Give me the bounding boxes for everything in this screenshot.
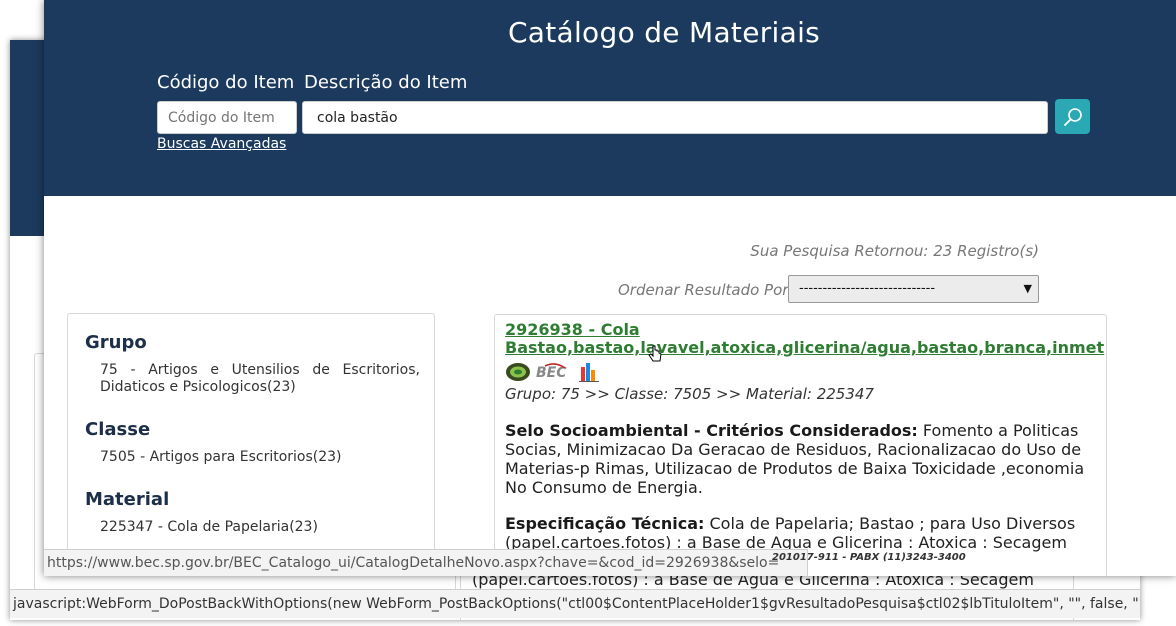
selo-label: Selo Socioambiental - Critérios Consider… — [505, 421, 918, 440]
page-header: Catálogo de Materiais Código do Item Des… — [44, 0, 1176, 196]
search-icon — [1063, 107, 1082, 126]
result-card: 2926938 - Cola Bastao,bastao,lavavel,ato… — [494, 314, 1107, 576]
selo-paragraph: Selo Socioambiental - Critérios Consider… — [505, 421, 1095, 497]
result-path: Grupo: 75 >> Classe: 7505 >> Material: 2… — [505, 385, 874, 403]
spec-paragraph: Especificação Técnica: Cola de Papelaria… — [505, 514, 1095, 552]
chevron-down-icon: ▼ — [1023, 282, 1032, 295]
code-label: Código do Item — [157, 72, 295, 93]
group-header: Grupo — [85, 332, 147, 353]
foreground-window: Catálogo de Materiais Código do Item Des… — [44, 0, 1176, 576]
advanced-search-link[interactable]: Buscas Avançadas — [157, 136, 286, 152]
status-bar: https://www.bec.sp.gov.br/BEC_Catalogo_u… — [44, 549, 808, 576]
chart-bars-icon — [579, 363, 599, 382]
result-title-link[interactable]: 2926938 - Cola Bastao,bastao,lavavel,ato… — [505, 321, 1105, 357]
pabx-text: 201017-911 - PABX (11)3243-3400 — [772, 552, 966, 563]
spec-label: Especificação Técnica: — [505, 514, 705, 533]
material-header: Material — [85, 489, 170, 510]
order-select-value: ----------------------------- — [799, 281, 936, 296]
description-label: Descrição do Item — [304, 72, 468, 93]
results-count: Sua Pesquisa Retornou: 23 Registro(s) — [750, 242, 1039, 260]
search-button[interactable] — [1055, 99, 1090, 134]
material-filter-item[interactable]: 225347 - Cola de Papelaria(23) — [100, 519, 420, 536]
item-code-input[interactable] — [157, 101, 297, 134]
group-filter-item[interactable]: 75 - Artigos e Utensilios de Escritorios… — [100, 362, 420, 396]
result-title-line1: 2926938 - Cola — [505, 320, 640, 339]
svg-text:BEC: BEC — [536, 365, 567, 381]
class-filter-item[interactable]: 7505 - Artigos para Escritorios(23) — [100, 449, 420, 466]
order-select[interactable]: ----------------------------- ▼ — [788, 275, 1039, 303]
item-description-input[interactable] — [302, 101, 1048, 134]
class-header: Classe — [85, 419, 151, 440]
filter-panel: Grupo 75 - Artigos e Utensilios de Escri… — [67, 313, 435, 576]
order-label: Ordenar Resultado Por: — [618, 281, 794, 299]
background-status-bar: javascript:WebForm_DoPostBackWithOptions… — [10, 589, 1140, 618]
bec-logo-icon: BEC — [536, 363, 567, 381]
result-title-line2: Bastao,bastao,lavavel,atoxica,glicerina/… — [505, 338, 1105, 357]
result-icons: BEC — [505, 361, 599, 383]
eco-leaf-icon — [506, 363, 530, 381]
cursor-hand-icon — [648, 345, 662, 362]
page-title: Catálogo de Materiais — [507, 16, 821, 49]
